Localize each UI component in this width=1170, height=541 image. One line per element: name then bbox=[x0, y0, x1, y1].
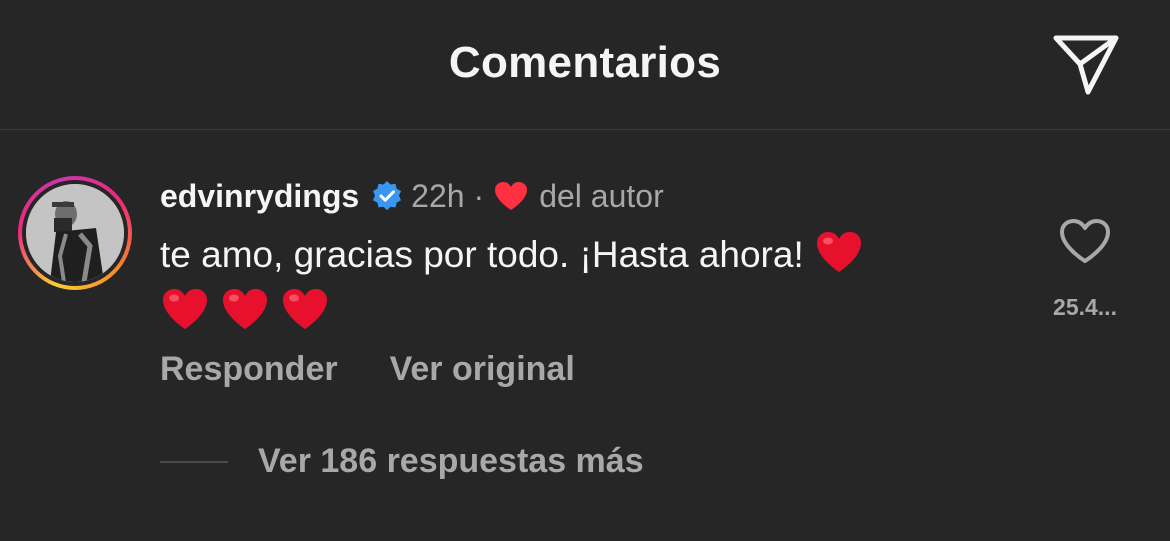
red-heart-emoji bbox=[160, 286, 210, 332]
comment-actions: Responder Ver original bbox=[160, 350, 575, 389]
comment-meta: edvinrydings 22h · del autor bbox=[160, 176, 664, 216]
like-count: 25.4... bbox=[1053, 294, 1117, 320]
view-original-button[interactable]: Ver original bbox=[390, 350, 575, 389]
view-replies-label: Ver 186 respuestas más bbox=[258, 442, 644, 480]
verified-badge-icon bbox=[371, 180, 403, 212]
author-liked-label: del autor bbox=[539, 177, 664, 214]
heart-filled-icon bbox=[493, 180, 529, 212]
share-button[interactable] bbox=[1050, 30, 1122, 98]
heart-outline-icon bbox=[1060, 219, 1110, 263]
red-heart-emoji bbox=[280, 286, 330, 332]
replies-divider bbox=[160, 460, 228, 463]
page-title: Comentarios bbox=[448, 38, 722, 87]
comment-body: te amo, gracias por todo. ¡Hasta ahora! bbox=[160, 234, 815, 275]
red-heart-emoji bbox=[814, 229, 864, 275]
reply-button[interactable]: Responder bbox=[160, 350, 338, 389]
avatar-photo bbox=[26, 184, 124, 282]
comment-time: 22h bbox=[411, 177, 465, 214]
comment-item: edvinrydings 22h · del autor te amo, gra… bbox=[0, 130, 1170, 541]
person-photo-icon bbox=[26, 184, 124, 282]
red-heart-emoji bbox=[220, 286, 270, 332]
username[interactable]: edvinrydings bbox=[160, 178, 359, 215]
view-replies-button[interactable]: Ver 186 respuestas más bbox=[160, 442, 644, 481]
separator-dot: · bbox=[473, 177, 485, 214]
avatar[interactable] bbox=[18, 176, 132, 290]
like-button[interactable] bbox=[1058, 216, 1112, 266]
paper-plane-icon bbox=[1053, 35, 1119, 95]
comment-text: te amo, gracias por todo. ¡Hasta ahora! bbox=[160, 226, 1000, 340]
header: Comentarios bbox=[0, 0, 1170, 130]
